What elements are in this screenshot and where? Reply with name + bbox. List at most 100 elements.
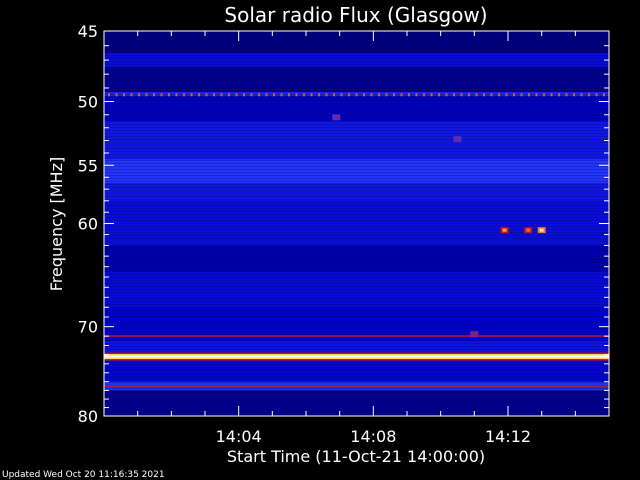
stripe-texture	[104, 406, 609, 407]
y-tick-label: 50	[78, 93, 98, 112]
stripe-texture	[104, 370, 609, 371]
stripe-texture	[104, 121, 609, 122]
interference-line	[168, 93, 170, 97]
stripe-texture	[104, 313, 609, 314]
stripe-texture	[104, 139, 609, 140]
spectrogram-heatmap	[104, 31, 609, 416]
stripe-texture	[104, 37, 609, 38]
stripe-texture	[104, 274, 609, 275]
interference-line	[183, 93, 185, 97]
stripe-texture	[104, 271, 609, 272]
interference-line	[250, 93, 253, 97]
stripe-texture	[104, 112, 609, 113]
stripe-texture	[104, 49, 609, 50]
interference-line	[588, 93, 590, 97]
y-tick-label: 60	[78, 215, 98, 234]
y-tick-label: 45	[78, 22, 98, 41]
stripe-texture	[104, 343, 609, 344]
stripe-texture	[104, 79, 609, 80]
stripe-texture	[104, 301, 609, 302]
interference-line	[303, 93, 305, 97]
stripe-texture	[104, 223, 609, 224]
interference-line	[460, 93, 463, 97]
frequency-band	[104, 183, 609, 201]
stripe-texture	[104, 61, 609, 62]
stripe-texture	[104, 409, 609, 410]
stripe-texture	[104, 340, 609, 341]
stripe-texture	[104, 373, 609, 374]
interference-line	[513, 93, 515, 97]
interference-line	[475, 93, 478, 97]
stripe-texture	[104, 316, 609, 317]
stripe-texture	[104, 310, 609, 311]
stripe-texture	[104, 400, 609, 401]
interference-line	[580, 93, 583, 97]
stripe-texture	[104, 100, 609, 101]
stripe-texture	[104, 376, 609, 377]
stripe-texture	[104, 211, 609, 212]
y-tick-label: 80	[78, 407, 98, 426]
stripe-texture	[104, 55, 609, 56]
stripe-texture	[104, 382, 609, 383]
stripe-texture	[104, 235, 609, 236]
interference-line	[505, 93, 508, 97]
stripe-texture	[104, 73, 609, 74]
stripe-texture	[104, 175, 609, 176]
interference-line	[490, 93, 493, 97]
stripe-texture	[104, 151, 609, 152]
stripe-texture	[104, 202, 609, 203]
stripe-texture	[104, 82, 609, 83]
stripe-texture	[104, 40, 609, 41]
stripe-texture	[104, 106, 609, 107]
interference-line	[520, 93, 523, 97]
interference-line	[370, 93, 373, 97]
stripe-texture	[104, 388, 609, 389]
stripe-texture	[104, 226, 609, 227]
stripe-texture	[104, 397, 609, 398]
frequency-band	[104, 96, 609, 122]
stripe-texture	[104, 97, 609, 98]
stripe-texture	[104, 109, 609, 110]
stripe-texture	[104, 337, 609, 338]
interference-line	[603, 93, 605, 97]
stripe-texture	[104, 325, 609, 326]
stripe-texture	[104, 178, 609, 179]
interference-line	[430, 93, 433, 97]
interference-line	[243, 93, 245, 97]
stripe-texture	[104, 244, 609, 245]
stripe-texture	[104, 322, 609, 323]
interference-line	[528, 93, 530, 97]
stripe-texture	[104, 334, 609, 335]
interference-line	[348, 93, 350, 97]
x-tick-label: 14:08	[350, 427, 396, 446]
stripe-texture	[104, 319, 609, 320]
interference-line	[273, 93, 275, 97]
stripe-texture	[104, 295, 609, 296]
interference-line	[543, 93, 545, 97]
interference-line	[108, 93, 110, 97]
interference-line	[325, 93, 328, 97]
interference-line	[115, 93, 118, 97]
stripe-texture	[104, 292, 609, 293]
interference-line	[318, 93, 320, 97]
interference-line	[235, 93, 238, 97]
stripe-texture	[104, 328, 609, 329]
interference-line	[123, 93, 125, 97]
stripe-texture	[104, 130, 609, 131]
interference-line	[220, 93, 223, 97]
stripe-texture	[104, 256, 609, 257]
interference-line	[145, 93, 148, 97]
stripe-texture	[104, 259, 609, 260]
radio-burst-core	[526, 228, 531, 232]
stripe-texture	[104, 193, 609, 194]
spectrogram-chart: 45 50 55 60 70 80 14:04 14:08 14:12 Solar radio …	[2, 3, 610, 480]
interference-line	[573, 93, 575, 97]
stripe-texture	[104, 403, 609, 404]
stripe-texture	[104, 187, 609, 188]
stripe-texture	[104, 115, 609, 116]
stripe-texture	[104, 280, 609, 281]
stripe-texture	[104, 103, 609, 104]
interference-line	[483, 93, 485, 97]
interference-line	[228, 93, 230, 97]
stripe-texture	[104, 205, 609, 206]
